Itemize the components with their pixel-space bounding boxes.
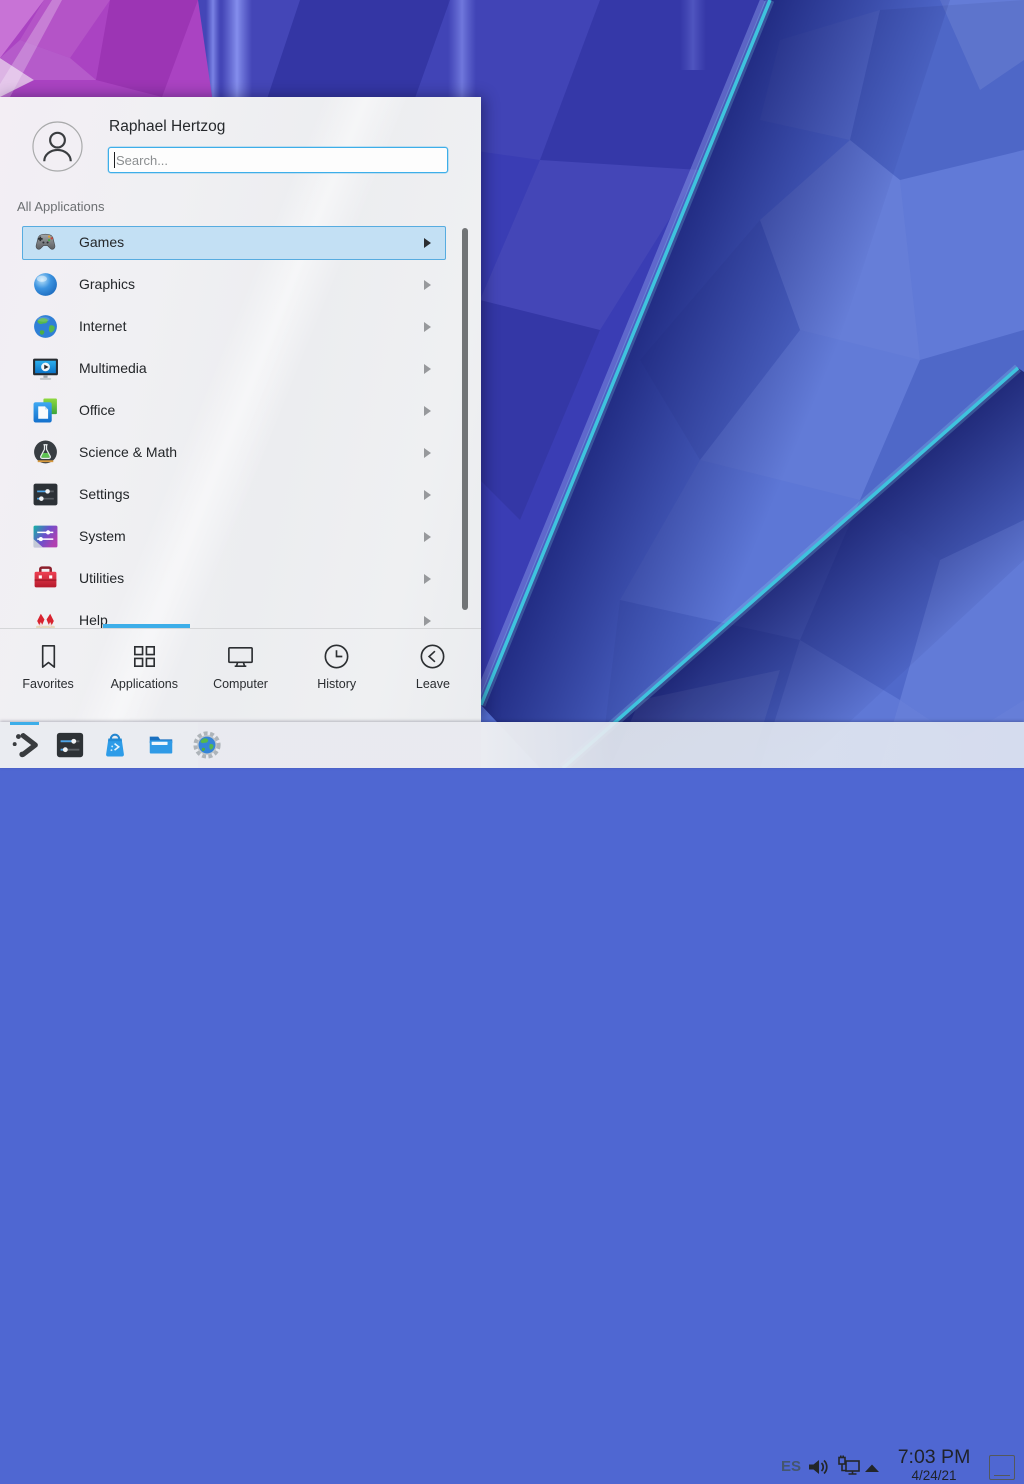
bookmark-icon — [33, 641, 64, 672]
submenu-arrow-icon — [424, 406, 431, 416]
documents-icon — [32, 397, 59, 424]
dark-sliders-icon — [32, 481, 59, 508]
clock-icon — [321, 641, 352, 672]
clock-time: 7:03 PM — [889, 1447, 979, 1468]
user-avatar[interactable] — [32, 121, 83, 172]
section-label: All Applications — [17, 199, 104, 214]
blue-sphere-icon — [32, 271, 59, 298]
taskbar-panel: ES 7:03 PM 4/24/21 — [0, 722, 1024, 768]
category-utilities[interactable]: Utilities — [0, 558, 481, 600]
category-graphics[interactable]: Graphics — [0, 264, 481, 306]
application-launcher-menu: Raphael Hertzog All Applications — [0, 97, 481, 722]
submenu-arrow-icon — [424, 280, 431, 290]
wired-network-icon[interactable] — [836, 1453, 862, 1479]
keyboard-layout-indicator[interactable]: ES — [777, 1458, 805, 1475]
category-label: Settings — [79, 486, 130, 502]
category-games[interactable]: Games — [0, 222, 481, 264]
red-toolbox-icon — [32, 565, 59, 592]
text-caret — [114, 152, 115, 168]
tab-leave[interactable]: Leave — [385, 629, 481, 722]
category-multimedia[interactable]: Multimedia — [0, 348, 481, 390]
category-label: Multimedia — [79, 360, 147, 376]
gradient-sliders-icon — [32, 523, 59, 550]
gamepad-icon — [32, 229, 59, 256]
scrollbar[interactable] — [462, 228, 468, 610]
tab-label: Applications — [111, 677, 178, 691]
category-label: Science & Math — [79, 444, 177, 460]
submenu-arrow-icon — [424, 238, 431, 248]
tab-favorites[interactable]: Favorites — [0, 629, 96, 722]
menu-header: Raphael Hertzog — [0, 97, 481, 197]
tab-history[interactable]: History — [289, 629, 385, 722]
submenu-arrow-icon — [424, 448, 431, 458]
tab-label: Leave — [416, 677, 450, 691]
category-label: Internet — [79, 318, 126, 334]
category-science-math[interactable]: Science & Math — [0, 432, 481, 474]
flask-icon — [32, 439, 59, 466]
tab-label: History — [317, 677, 356, 691]
category-help[interactable]: Help — [0, 600, 481, 629]
expand-tray-arrow-icon[interactable] — [864, 1463, 880, 1473]
submenu-arrow-icon — [424, 532, 431, 542]
show-desktop-button[interactable] — [989, 1455, 1015, 1480]
category-list: Games Graphics — [0, 222, 481, 629]
submenu-arrow-icon — [424, 574, 431, 584]
user-name: Raphael Hertzog — [109, 118, 225, 136]
menu-tab-bar: Favorites Applications Computer — [0, 629, 481, 722]
discover-icon[interactable] — [100, 730, 130, 760]
clock-date: 4/24/21 — [889, 1468, 979, 1484]
tab-applications[interactable]: Applications — [96, 629, 192, 722]
submenu-arrow-icon — [424, 616, 431, 626]
lifebuoy-icon — [32, 607, 59, 629]
globe-icon — [32, 313, 59, 340]
tab-label: Computer — [213, 677, 268, 691]
globe-gear-icon[interactable] — [192, 730, 222, 760]
search-input[interactable] — [108, 147, 448, 173]
leave-icon — [417, 641, 448, 672]
category-label: System — [79, 528, 126, 544]
category-label: Office — [79, 402, 115, 418]
system-settings-icon[interactable] — [55, 730, 85, 760]
category-settings[interactable]: Settings — [0, 474, 481, 516]
digital-clock[interactable]: 7:03 PM 4/24/21 — [889, 1447, 979, 1484]
submenu-arrow-icon — [424, 322, 431, 332]
tab-label: Favorites — [22, 677, 73, 691]
app-launcher-icon[interactable] — [10, 730, 40, 760]
tab-computer[interactable]: Computer — [192, 629, 288, 722]
category-label: Graphics — [79, 276, 135, 292]
category-label: Utilities — [79, 570, 124, 586]
category-office[interactable]: Office — [0, 390, 481, 432]
category-label: Games — [79, 234, 124, 250]
computer-icon — [225, 641, 256, 672]
category-system[interactable]: System — [0, 516, 481, 558]
monitor-play-icon — [32, 355, 59, 382]
launcher-active-indicator — [10, 722, 39, 725]
submenu-arrow-icon — [424, 364, 431, 374]
category-internet[interactable]: Internet — [0, 306, 481, 348]
volume-icon[interactable] — [806, 1455, 830, 1479]
submenu-arrow-icon — [424, 490, 431, 500]
grid-icon — [129, 641, 160, 672]
dolphin-folder-icon[interactable] — [146, 730, 176, 760]
